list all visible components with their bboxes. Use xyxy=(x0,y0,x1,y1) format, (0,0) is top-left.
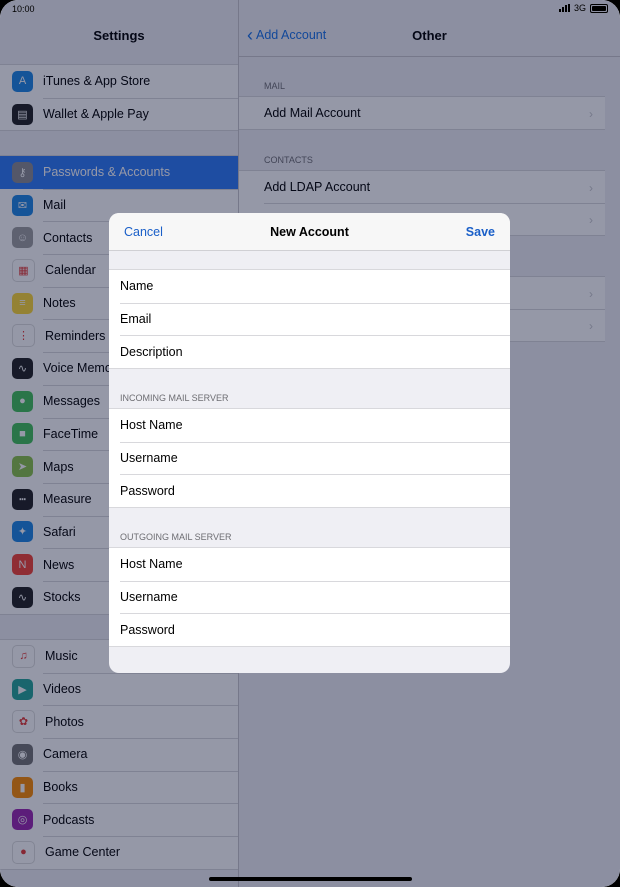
battery-icon xyxy=(590,3,608,13)
field-label: Password xyxy=(120,483,175,498)
incoming-password-input[interactable] xyxy=(229,480,500,503)
outgoing-server-header: OUTGOING MAIL SERVER xyxy=(120,532,232,542)
name-field[interactable]: Name xyxy=(109,270,510,303)
incoming-host-name-input[interactable] xyxy=(229,415,500,437)
status-right: 3G xyxy=(558,3,608,13)
new-account-modal: Cancel New Account Save Name Email Descr… xyxy=(109,213,510,673)
outgoing-server-group: Host Name Username Password xyxy=(109,547,510,648)
incoming-username-input[interactable] xyxy=(229,447,500,470)
field-label: Host Name xyxy=(120,557,183,572)
field-label: Username xyxy=(120,451,178,466)
home-indicator[interactable] xyxy=(209,877,412,881)
field-label: Username xyxy=(120,590,178,605)
outgoing-password-field[interactable]: Password xyxy=(109,613,510,646)
outgoing-host-name-field[interactable]: Host Name xyxy=(109,548,510,581)
signal-icon xyxy=(558,4,570,12)
field-label: Host Name xyxy=(120,418,183,433)
ipad-screen: Settings AiTunes & App Store ▤ Wallet & Ap… xyxy=(0,0,620,887)
outgoing-username-field[interactable]: Username xyxy=(109,580,510,614)
network-label: 3G xyxy=(573,3,586,13)
incoming-host-name-field[interactable]: Host Name xyxy=(109,409,510,442)
field-label: Email xyxy=(120,312,152,327)
outgoing-username-input[interactable] xyxy=(229,586,500,609)
email-input[interactable] xyxy=(229,308,500,331)
incoming-username-field[interactable]: Username xyxy=(109,441,510,475)
name-input[interactable] xyxy=(229,276,500,298)
field-label: Name xyxy=(120,279,154,294)
outgoing-host-name-input[interactable] xyxy=(229,554,500,576)
incoming-server-header: INCOMING MAIL SERVER xyxy=(120,393,229,403)
status-bar: 10:00 3G xyxy=(0,0,620,18)
save-button[interactable]: Save xyxy=(466,225,495,239)
modal-title: New Account xyxy=(270,225,349,239)
description-field[interactable]: Description xyxy=(109,335,510,368)
description-input[interactable] xyxy=(229,341,500,364)
incoming-server-group: Host Name Username Password xyxy=(109,408,510,509)
outgoing-password-input[interactable] xyxy=(229,619,500,642)
modal-navbar: Cancel New Account Save xyxy=(109,213,510,251)
status-time: 10:00 xyxy=(12,4,35,14)
account-fields-group: Name Email Description xyxy=(109,269,510,370)
email-field[interactable]: Email xyxy=(109,302,510,336)
incoming-password-field[interactable]: Password xyxy=(109,474,510,507)
field-label: Password xyxy=(120,622,175,637)
field-label: Description xyxy=(120,344,183,359)
